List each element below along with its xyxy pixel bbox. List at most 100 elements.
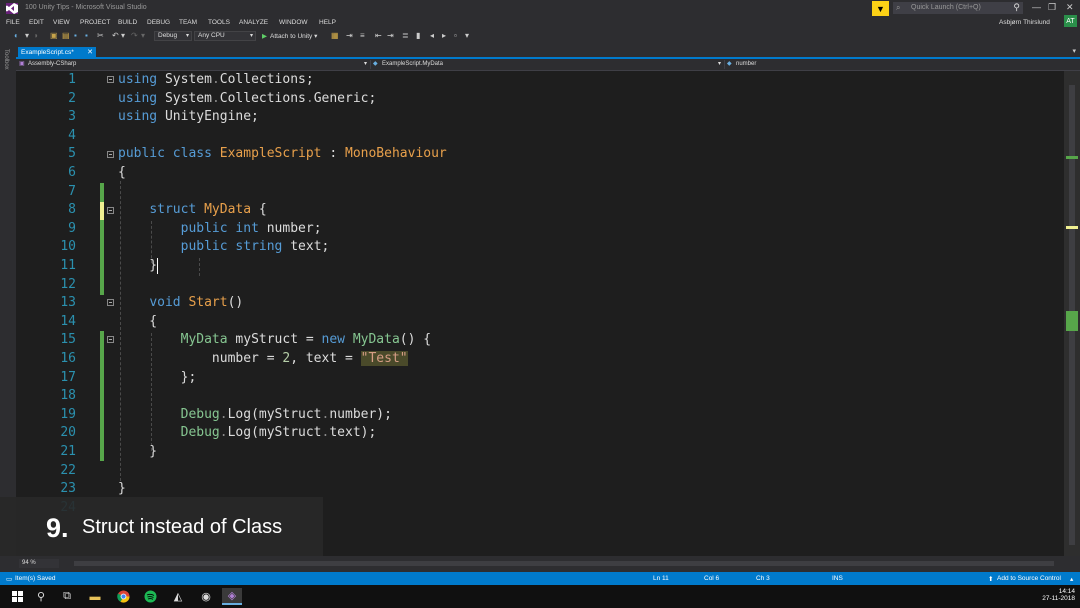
code-line: 9 public int number; — [16, 220, 1064, 238]
menu-project[interactable]: PROJECT — [80, 19, 110, 26]
github-icon[interactable]: ◉ — [196, 588, 216, 605]
add-to-source-control-button[interactable]: Add to Source Control — [997, 575, 1061, 582]
code-line: 17 }; — [16, 369, 1064, 387]
comment-icon[interactable]: ≣ — [402, 31, 409, 40]
menu-tools[interactable]: TOOLS — [208, 19, 230, 26]
line-number: 1 — [68, 72, 76, 87]
maximize-icon[interactable]: ❐ — [1048, 2, 1056, 13]
close-icon[interactable]: ✕ — [1066, 2, 1074, 13]
code-line: 16 number = 2, text = "Test" — [16, 350, 1064, 368]
search-taskbar-icon[interactable]: ⚲ — [31, 588, 51, 605]
step-icon[interactable]: ⇥ — [346, 31, 353, 40]
member-select[interactable]: ◆ number — [724, 60, 1080, 69]
user-name[interactable]: Asbjørn Thirslund — [999, 19, 1050, 26]
file-explorer-icon[interactable]: ▬ — [85, 588, 105, 605]
code-line: 11 } — [16, 257, 1064, 275]
nav-dropdown-icon[interactable]: ▾ — [25, 31, 29, 40]
horizontal-scrollbar[interactable]: 94 % — [16, 556, 1080, 572]
save-icon[interactable]: ▪ — [74, 31, 77, 40]
document-tab-row: ExampleScript.cs* ✕ ▾ — [16, 44, 1080, 59]
toolbox-tab[interactable]: Toolbox — [3, 49, 9, 70]
attach-button[interactable]: ▶ Attach to Unity ▾ — [262, 32, 317, 40]
back-icon[interactable]: ◐ — [14, 31, 19, 40]
menu-window[interactable]: WINDOW — [279, 19, 308, 26]
config-select[interactable]: Debug ▾ — [154, 31, 192, 41]
windows-start-icon[interactable] — [7, 588, 27, 605]
struct-icon: ◆ — [373, 61, 378, 67]
toolbar-overflow-icon[interactable]: ▾ — [465, 31, 469, 40]
line-number: 12 — [60, 276, 76, 292]
horizontal-scroll-track[interactable] — [74, 561, 1054, 566]
menu-help[interactable]: HELP — [319, 19, 336, 26]
redo-dropdown-icon[interactable]: ▾ — [141, 31, 145, 40]
format-icon[interactable]: ≡ — [360, 31, 365, 40]
chevron-down-icon: ▾ — [312, 33, 318, 40]
code-line: 2 using System.Collections.Generic; — [16, 90, 1064, 108]
code-editor[interactable]: 1 using System.Collections; 2 using System… — [16, 71, 1064, 556]
minimize-icon[interactable]: — — [1032, 2, 1041, 12]
menu-analyze[interactable]: ANALYZE — [239, 19, 268, 26]
line-number: 23 — [60, 481, 76, 497]
search-icon[interactable]: ⚲ — [1013, 2, 1020, 13]
redo-icon[interactable]: ↷ — [131, 31, 138, 40]
tip-caption: 9. Struct instead of Class — [0, 497, 323, 556]
line-number: 21 — [60, 444, 76, 459]
menu-team[interactable]: TEAM — [179, 19, 197, 26]
line-number: 17 — [60, 369, 76, 385]
outdent-icon[interactable]: ⇥ — [387, 31, 394, 40]
quick-launch-input[interactable]: ⌕ Quick Launch (Ctrl+Q) ⚲ — [893, 2, 1023, 14]
visual-studio-icon[interactable]: ◈ — [222, 588, 242, 605]
code-line: 21 } — [16, 443, 1064, 461]
project-select[interactable]: ▣ Assembly-CSharp ▾ — [16, 60, 371, 69]
line-number: 14 — [60, 313, 76, 329]
chevron-down-icon[interactable]: ▾ — [1072, 47, 1076, 55]
tab-examplescript[interactable]: ExampleScript.cs* ✕ — [18, 47, 96, 57]
task-view-icon[interactable]: ⧉ — [57, 588, 77, 605]
code-line: 19 Debug.Log(myStruct.number); — [16, 406, 1064, 424]
filter-icon[interactable]: ▼ — [872, 1, 889, 16]
code-line: 7 — [16, 183, 1064, 201]
clock-time: 14:14 — [1058, 588, 1075, 595]
close-icon[interactable]: ✕ — [87, 48, 93, 56]
chevron-down-icon: ▾ — [717, 61, 721, 67]
indent-icon[interactable]: ⇤ — [375, 31, 382, 40]
line-number: 7 — [68, 183, 76, 199]
undo-icon[interactable]: ↶ — [112, 31, 119, 40]
forward-icon[interactable]: ◑ — [33, 31, 38, 40]
csharp-project-icon: ▣ — [19, 61, 25, 67]
avatar[interactable]: AT — [1064, 15, 1077, 27]
type-select[interactable]: ◆ ExampleScript.MyData ▾ — [370, 60, 725, 69]
status-char: Ch 3 — [756, 575, 770, 582]
open-file-icon[interactable]: ▤ — [62, 31, 70, 40]
chevron-up-icon[interactable]: ▴ — [1070, 575, 1073, 583]
system-clock[interactable]: 14:14 27-11-2018 — [1040, 588, 1075, 602]
menu-file[interactable]: FILE — [6, 19, 20, 26]
vertical-scrollbar[interactable] — [1064, 71, 1080, 556]
build-icon[interactable]: ▦ — [331, 31, 339, 40]
menu-view[interactable]: VIEW — [53, 19, 70, 26]
cut-icon[interactable]: ✂ — [97, 31, 104, 40]
bookmark-next-icon[interactable]: ▸ — [442, 31, 446, 40]
menu-build[interactable]: BUILD — [118, 19, 137, 26]
chrome-icon[interactable] — [113, 588, 133, 605]
bookmark-clear-icon[interactable]: ▫ — [454, 31, 457, 40]
platform-select[interactable]: Any CPU ▾ — [194, 31, 256, 41]
spotify-icon[interactable] — [140, 588, 160, 605]
new-project-icon[interactable]: ▣ — [50, 31, 58, 40]
bookmark-prev-icon[interactable]: ◂ — [430, 31, 434, 40]
unity-icon[interactable]: ◭ — [168, 588, 188, 605]
navigation-bar: ▣ Assembly-CSharp ▾ ◆ ExampleScript.MyDa… — [16, 59, 1080, 71]
menu-edit[interactable]: EDIT — [29, 19, 44, 26]
menu-debug[interactable]: DEBUG — [147, 19, 170, 26]
quick-launch-icon: ⌕ — [896, 3, 901, 12]
bookmark-icon[interactable]: ▮ — [416, 31, 420, 40]
line-number: 13 — [60, 295, 76, 311]
status-column: Col 6 — [704, 575, 720, 582]
save-all-icon[interactable]: ▪ — [85, 31, 88, 40]
code-line: 15 MyData myStruct = new MyData() { — [16, 331, 1064, 349]
status-ins: INS — [832, 575, 843, 582]
undo-dropdown-icon[interactable]: ▾ — [121, 31, 125, 40]
left-tool-strip — [0, 44, 16, 572]
zoom-select[interactable]: 94 % — [19, 559, 59, 568]
status-line: Ln 11 — [653, 575, 669, 582]
